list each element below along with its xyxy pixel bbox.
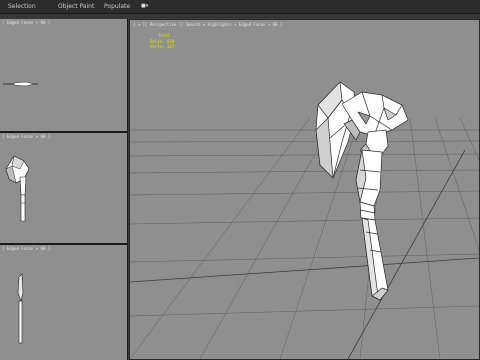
axe-edge-view (17, 273, 24, 344)
menu-item-populate[interactable]: Populate (104, 1, 130, 12)
viewport-layout-dropdown-icon[interactable]: ■▾ (141, 2, 153, 10)
viewport-perspective[interactable]: [ + ][ Perspective ][ Smooth + Highlight… (129, 19, 480, 360)
axe-side-view-thin (3, 81, 38, 87)
home-grid (130, 117, 479, 359)
menu-bar: Selection Object Paint Populate ■▾ (0, 0, 480, 14)
menu-item-object-paint[interactable]: Object Paint (58, 1, 94, 12)
ribbon-strip (0, 14, 480, 18)
axe-model (315, 81, 409, 301)
perspective-scene (130, 81, 479, 359)
axe-front-view (5, 155, 30, 222)
viewport-mid-left[interactable]: [ Edged Faces + 90 ] (0, 133, 128, 243)
grid-axis-line (130, 257, 479, 283)
viewport-bottom-left[interactable]: [ Edged Faces + 90 ] (0, 245, 128, 360)
viewport-top-left[interactable]: [ Edged Faces + 90 ] (0, 19, 128, 131)
menu-item-selection[interactable]: Selection (8, 1, 36, 12)
